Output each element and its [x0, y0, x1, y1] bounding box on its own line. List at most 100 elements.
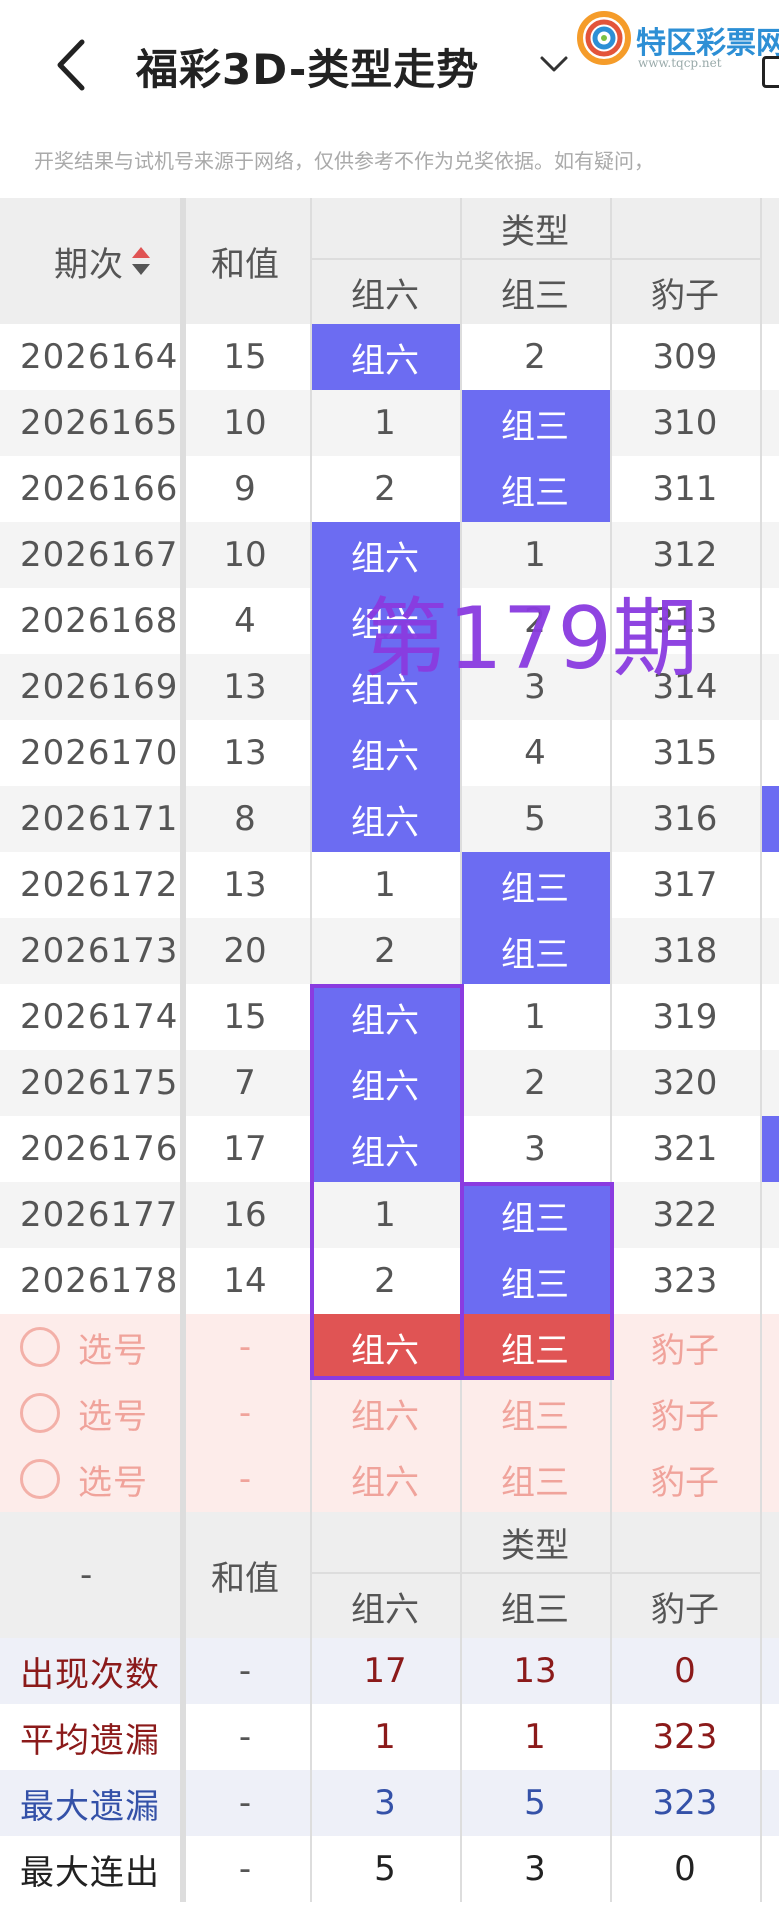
radio-icon[interactable] [20, 1327, 60, 1367]
pick-z6[interactable]: 组六 [310, 1380, 460, 1446]
disclaimer-notice: 开奖结果与试机号来源于网络，仅供参考不作为兑奖依据。如有疑问， [34, 149, 654, 173]
row-issue: 2026175 [20, 1063, 179, 1103]
page-title: 福彩3D-类型走势 [136, 45, 480, 94]
stats-header-bz: 豹子 [610, 1572, 760, 1638]
pick-z6[interactable]: 组六 [310, 1446, 460, 1512]
row-z3: 3 [524, 1129, 546, 1169]
row-bz: 321 [652, 1129, 718, 1169]
row-issue: 2026174 [20, 997, 179, 1037]
radio-icon[interactable] [20, 1393, 60, 1433]
table-row: 2026171 8 组六 5 316 [0, 786, 779, 852]
row-z6: 组六 [310, 720, 460, 786]
stats-sum: - [238, 1717, 252, 1757]
table-row: 2026164 15 组六 2 309 [0, 324, 779, 390]
pick-z3[interactable]: 组三 [460, 1446, 610, 1512]
header-z6: 组六 [310, 258, 460, 324]
row-bz: 315 [652, 733, 718, 773]
stats-label: 最大遗漏 [20, 1786, 160, 1827]
header-issue[interactable]: 期次 [0, 198, 180, 324]
header-bz: 豹子 [610, 258, 760, 324]
row-sum: 10 [223, 403, 267, 443]
row-z6: 组六 [310, 1116, 460, 1182]
stats-z3: 1 [524, 1717, 546, 1757]
row-issue: 2026164 [20, 337, 179, 377]
back-button[interactable] [48, 30, 98, 100]
stats-z6: 3 [374, 1783, 396, 1823]
row-z6: 1 [374, 1195, 396, 1235]
row-z3: 组三 [460, 852, 610, 918]
table-row: 2026170 13 组六 4 315 [0, 720, 779, 786]
pick-bz[interactable]: 豹子 [610, 1314, 760, 1380]
table-row: 2026175 7 组六 2 320 [0, 1050, 779, 1116]
row-bz: 317 [652, 865, 718, 905]
row-sum: 17 [223, 1129, 267, 1169]
pick-select[interactable]: 选号 [0, 1314, 180, 1380]
swirl-logo-icon [577, 11, 631, 65]
header-type-group: 类型 [501, 211, 569, 252]
pick-label: 选号 [78, 1396, 148, 1437]
row-issue: 2026173 [20, 931, 179, 971]
pick-bz[interactable]: 豹子 [610, 1380, 760, 1446]
stats-header-z3: 组三 [460, 1572, 610, 1638]
stats-z3: 13 [513, 1651, 557, 1691]
row-bz: 312 [652, 535, 718, 575]
stats-row: 最大连出 - 5 3 0 [0, 1836, 779, 1902]
stats-sum: - [238, 1783, 252, 1823]
row-z6: 1 [374, 865, 396, 905]
stats-sum: - [238, 1651, 252, 1691]
row-z6: 2 [374, 931, 396, 971]
pick-bz[interactable]: 豹子 [610, 1446, 760, 1512]
row-issue: 2026165 [20, 403, 179, 443]
row-bz: 310 [652, 403, 718, 443]
stats-header-z6: 组六 [310, 1572, 460, 1638]
table-row: 2026168 4 组六 2 313 [0, 588, 779, 654]
row-issue: 2026166 [20, 469, 179, 509]
chevron-left-icon [57, 39, 85, 91]
stats-row: 出现次数 - 17 13 0 [0, 1638, 779, 1704]
row-bz: 322 [652, 1195, 718, 1235]
row-z3: 3 [524, 667, 546, 707]
row-bz: 316 [652, 799, 718, 839]
row-bz: 314 [652, 667, 718, 707]
row-z3: 4 [524, 733, 546, 773]
radio-icon[interactable] [20, 1459, 60, 1499]
header-issue-label: 期次 [54, 244, 124, 285]
header-z3: 组三 [460, 258, 610, 324]
stats-label: 出现次数 [20, 1654, 160, 1695]
row-sum: 4 [234, 601, 256, 641]
side-menu-button[interactable] [762, 56, 779, 88]
row-z3: 组三 [460, 1182, 610, 1248]
sort-icon[interactable] [130, 241, 152, 281]
pick-label: 选号 [78, 1462, 148, 1503]
row-sum: 7 [234, 1063, 256, 1103]
pick-select[interactable]: 选号 [0, 1446, 180, 1512]
pick-z3[interactable]: 组三 [460, 1380, 610, 1446]
row-sum: 13 [223, 733, 267, 773]
stats-bz: 323 [652, 1717, 718, 1757]
pick-select[interactable]: 选号 [0, 1380, 180, 1446]
column-divider [760, 198, 762, 1902]
app-header: 福彩3D-类型走势 特区彩票网 www.tqcp.net [0, 0, 779, 126]
pick-z6[interactable]: 组六 [310, 1314, 460, 1380]
row-bz: 309 [652, 337, 718, 377]
row-z3: 5 [524, 799, 546, 839]
row-bz: 318 [652, 931, 718, 971]
row-sum: 13 [223, 865, 267, 905]
stats-sum: - [238, 1849, 252, 1889]
pick-z3[interactable]: 组三 [460, 1314, 610, 1380]
stats-z6: 1 [374, 1717, 396, 1757]
title-dropdown-button[interactable] [536, 46, 572, 82]
row-z6: 1 [374, 403, 396, 443]
stats-header-sum: 和值 [211, 1558, 279, 1599]
pick-row: 选号 - 组六 组三 豹子 [0, 1446, 779, 1512]
row-sum: 16 [223, 1195, 267, 1235]
row-sum: 20 [223, 931, 267, 971]
table-row: 2026174 15 组六 1 319 [0, 984, 779, 1050]
stats-header: - 和值 类型 组六 组三 豹子 [0, 1512, 779, 1638]
row-issue: 2026177 [20, 1195, 179, 1235]
row-z6: 组六 [310, 654, 460, 720]
row-bz: 323 [652, 1261, 718, 1301]
row-issue: 2026171 [20, 799, 179, 839]
row-extra-marker [760, 786, 779, 852]
row-z6: 组六 [310, 786, 460, 852]
